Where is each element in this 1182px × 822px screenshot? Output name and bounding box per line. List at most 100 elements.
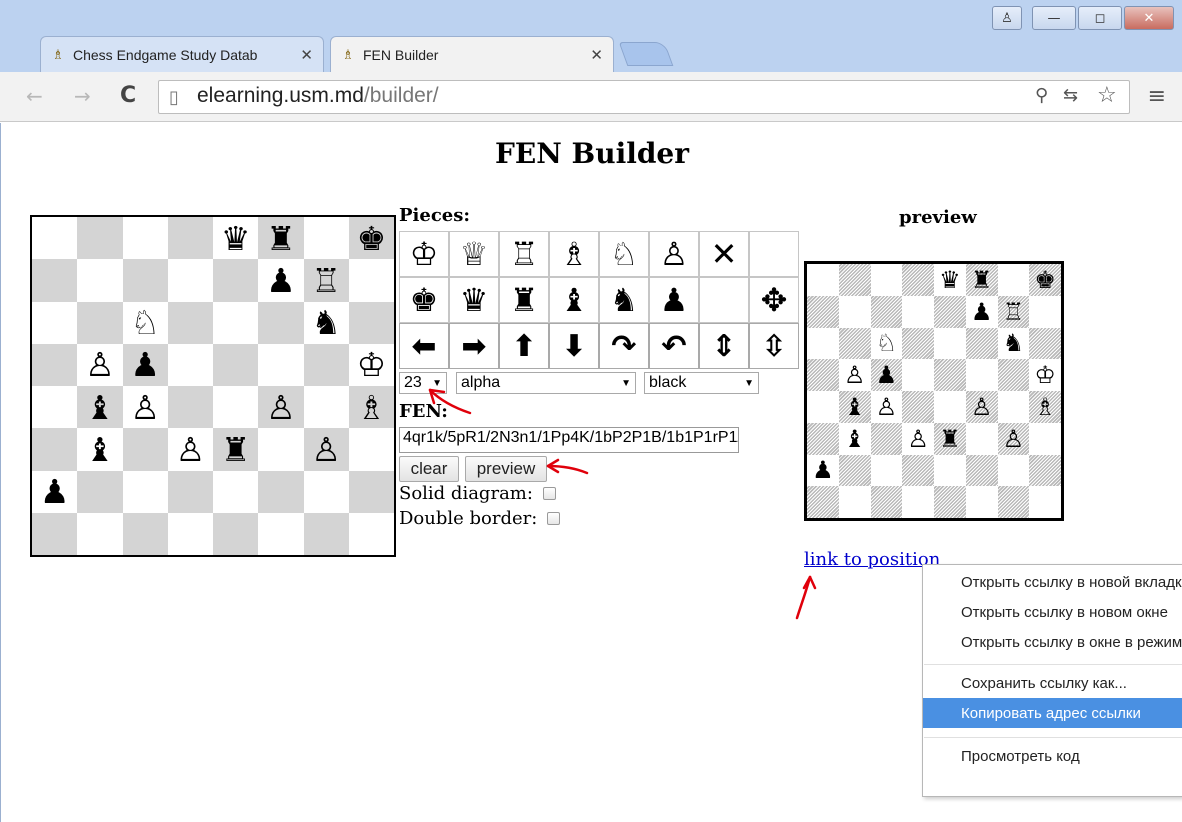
close-tab-icon[interactable]: ✕ [300,46,313,64]
palette-white-king-button[interactable]: ♔ [399,231,449,277]
board-square[interactable] [32,259,78,302]
board-square[interactable] [213,259,259,302]
board-square[interactable]: ♝ [77,386,123,429]
board-square[interactable]: ♙ [122,386,168,429]
board-square[interactable] [348,259,394,302]
board-square[interactable] [258,512,304,555]
palette-white-pawn-button[interactable]: ♙ [649,231,699,277]
board-square[interactable] [122,217,168,260]
board-square[interactable]: ♙ [167,428,213,471]
close-tab-icon[interactable]: ✕ [590,46,603,64]
board-square[interactable] [167,301,213,344]
board-square[interactable] [77,470,123,513]
board-square[interactable] [77,217,123,260]
palette-rotate-ccw-button[interactable]: ↶ [649,323,699,369]
board-square[interactable] [303,470,349,513]
ctx-open-incognito[interactable]: Открыть ссылку в окне в режиме инкогнито [923,627,1182,657]
board-square[interactable] [213,343,259,386]
forward-arrow-icon[interactable]: → [74,84,91,108]
board-square[interactable]: ♛ [213,217,259,260]
board-square[interactable] [258,343,304,386]
font-select[interactable]: alpha ▼ [456,372,636,394]
tab-chess-endgame-database[interactable]: ♗ Chess Endgame Study Datab ✕ [40,36,324,72]
size-select[interactable]: 23 ▼ [399,372,447,394]
bookmark-star-icon[interactable]: ☆ [1097,83,1117,108]
board-square[interactable]: ♞ [303,301,349,344]
board-square[interactable] [122,428,168,471]
board-square[interactable] [348,512,394,555]
board-square[interactable] [258,470,304,513]
board-square[interactable]: ♟ [258,259,304,302]
board-square[interactable]: ♝ [77,428,123,471]
double-border-checkbox[interactable] [547,512,561,525]
board-square[interactable] [32,512,78,555]
fen-input[interactable]: 4qr1k/5pR1/2N3n1/1Pp4K/1bP2P1B/1b1P1rP1/… [399,427,739,453]
new-tab-button[interactable] [618,42,674,66]
palette-shift-down-button[interactable]: ⬇ [549,323,599,369]
board-square[interactable] [167,259,213,302]
palette-delete-button[interactable]: ✕ [699,231,749,277]
board-square[interactable] [213,512,259,555]
board-square[interactable]: ♟ [122,343,168,386]
back-arrow-icon[interactable]: ← [26,84,43,108]
board-square[interactable]: ♙ [303,428,349,471]
board-square[interactable] [122,512,168,555]
minimize-button[interactable]: — [1032,6,1076,30]
ctx-copy-link-address[interactable]: Копировать адрес ссылки [923,698,1182,728]
board-square[interactable] [32,343,78,386]
board-square[interactable]: ♗ [348,386,394,429]
color-select[interactable]: black ▼ [644,372,759,394]
board-square[interactable] [32,386,78,429]
translate-icon[interactable]: ⇆ [1063,85,1078,106]
palette-white-bishop-button[interactable]: ♗ [549,231,599,277]
user-profile-button[interactable]: ♙ [992,6,1022,30]
chess-board[interactable]: ♛ ♜ ♚ ♟ ♖ ♘ ♞ ♙ ♟ ♔ ♝ ♙ ♙ ♗ ♝ ♙ ♜ ♙ ♟ [30,215,396,557]
board-square[interactable] [32,301,78,344]
palette-flip-vertical-button[interactable]: ⇕ [699,323,749,369]
solid-diagram-checkbox[interactable] [542,487,556,500]
ctx-open-new-tab[interactable]: Открыть ссылку в новой вкладке [923,567,1182,597]
palette-flip-board-button[interactable]: ⇳ [749,323,799,369]
board-square[interactable]: ♘ [122,301,168,344]
reload-icon[interactable]: C [120,83,136,108]
board-square[interactable] [348,301,394,344]
palette-empty-button[interactable] [749,231,799,277]
palette-empty-button[interactable] [699,277,749,323]
palette-black-king-button[interactable]: ♚ [399,277,449,323]
board-square[interactable] [348,428,394,471]
address-bar[interactable]: ▯ elearning.usm.md/builder/ ⚲ ⇆ ☆ [158,80,1130,114]
board-square[interactable] [258,428,304,471]
ctx-inspect[interactable]: Просмотреть код [923,741,1182,771]
palette-rotate-cw-button[interactable]: ↷ [599,323,649,369]
board-square[interactable]: ♙ [77,343,123,386]
board-square[interactable] [77,301,123,344]
board-square[interactable] [167,217,213,260]
board-square[interactable] [167,386,213,429]
board-square[interactable] [167,470,213,513]
board-square[interactable] [122,470,168,513]
zoom-icon[interactable]: ⚲ [1035,85,1048,106]
board-square[interactable] [77,259,123,302]
palette-white-rook-button[interactable]: ♖ [499,231,549,277]
ctx-save-link-as[interactable]: Сохранить ссылку как... [923,668,1182,698]
palette-black-queen-button[interactable]: ♛ [449,277,499,323]
palette-shift-left-button[interactable]: ⬅ [399,323,449,369]
board-square[interactable] [32,217,78,260]
close-window-button[interactable]: ✕ [1124,6,1174,30]
board-square[interactable]: ♜ [258,217,304,260]
board-square[interactable]: ♟ [32,470,78,513]
board-square[interactable] [32,428,78,471]
board-square[interactable]: ♙ [258,386,304,429]
maximize-button[interactable]: ◻ [1078,6,1122,30]
url-text[interactable]: elearning.usm.md/builder/ [197,84,439,108]
tab-fen-builder[interactable]: ♗ FEN Builder ✕ [330,36,614,72]
clear-button[interactable]: clear [399,456,459,482]
board-square[interactable]: ♔ [348,343,394,386]
palette-black-knight-button[interactable]: ♞ [599,277,649,323]
ctx-open-new-window[interactable]: Открыть ссылку в новом окне [923,597,1182,627]
palette-white-knight-button[interactable]: ♘ [599,231,649,277]
palette-move-button[interactable]: ✥ [749,277,799,323]
board-square[interactable]: ♚ [348,217,394,260]
board-square[interactable] [213,386,259,429]
board-square[interactable] [77,512,123,555]
